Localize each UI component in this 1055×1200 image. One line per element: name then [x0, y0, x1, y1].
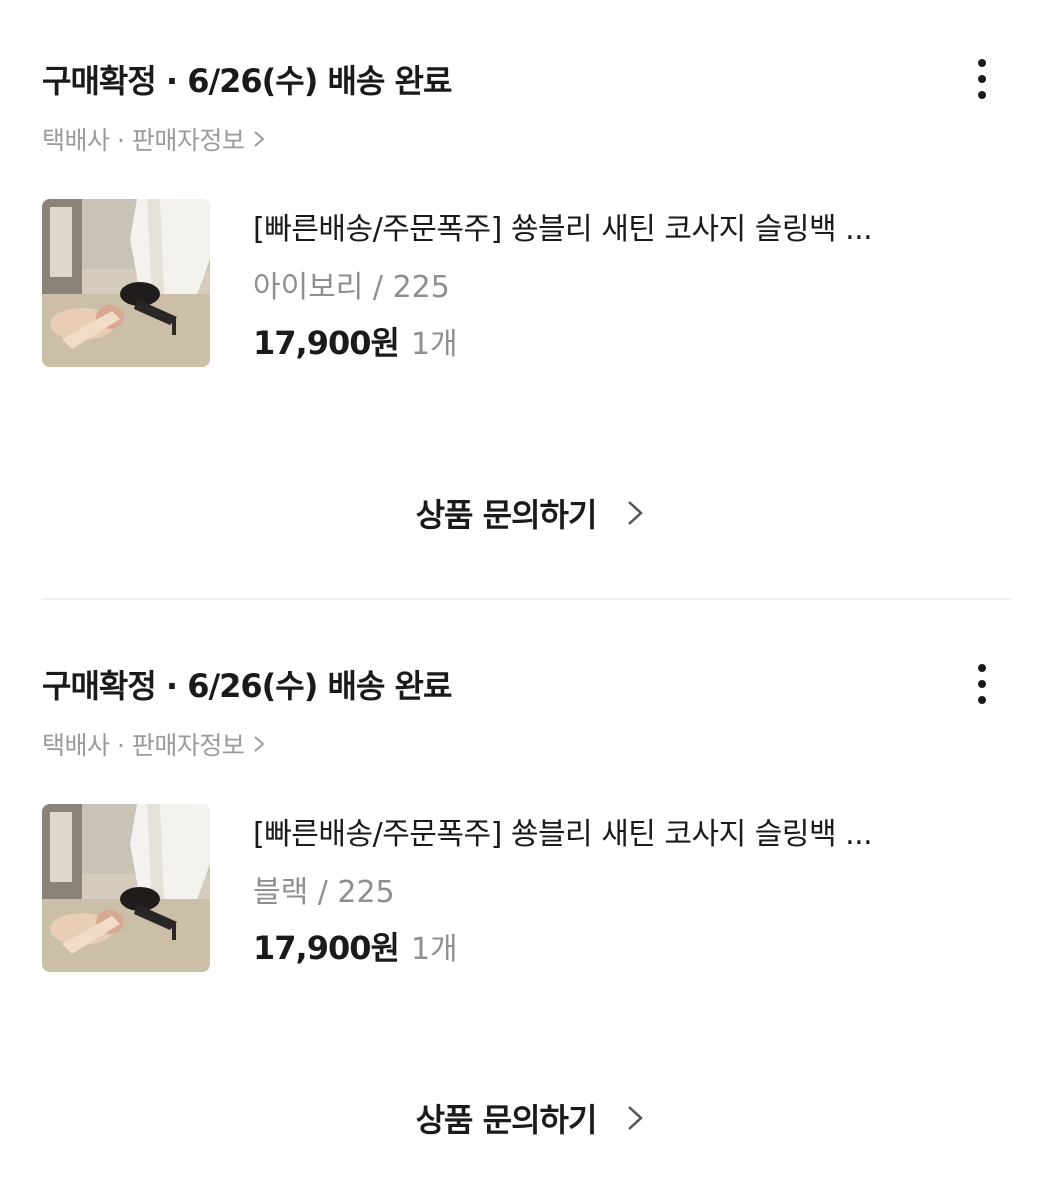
product-name-link[interactable]: [빠른배송/주문폭주] 쑝블리 새틴 코사지 슬링백 ... [253, 809, 973, 853]
section-divider [42, 598, 1012, 600]
seller-info-label: 택배사 · 판매자정보 [42, 731, 245, 760]
order-status-title: 구매확정 · 6/26(수) 배송 완료 [42, 667, 452, 705]
more-vertical-icon [978, 664, 986, 672]
product-thumbnail[interactable] [42, 199, 210, 367]
chevron-right-icon [628, 1106, 644, 1130]
price-row: 17,900원 1개 [253, 923, 458, 969]
product-option: 아이보리 / 225 [253, 270, 450, 305]
chevron-right-icon [628, 501, 644, 525]
product-inquiry-label: 상품 문의하기 [415, 496, 598, 534]
product-price: 17,900원 [253, 324, 400, 362]
more-options-button[interactable] [962, 661, 1002, 707]
order-card: 구매확정 · 6/26(수) 배송 완료 택배사 · 판매자정보 [빠른배송/주 [0, 0, 1055, 580]
chevron-right-icon [254, 736, 265, 752]
seller-info-link[interactable]: 택배사 · 판매자정보 [42, 727, 266, 761]
product-inquiry-label: 상품 문의하기 [415, 1101, 598, 1139]
product-name-link[interactable]: [빠른배송/주문폭주] 쑝블리 새틴 코사지 슬링백 ... [253, 204, 973, 248]
chevron-right-icon [254, 131, 265, 147]
product-inquiry-button[interactable]: 상품 문의하기 [380, 1089, 680, 1147]
seller-info-link[interactable]: 택배사 · 판매자정보 [42, 122, 266, 156]
product-option: 블랙 / 225 [253, 875, 395, 910]
product-thumbnail[interactable] [42, 804, 210, 972]
seller-info-label: 택배사 · 판매자정보 [42, 126, 245, 155]
order-status-title: 구매확정 · 6/26(수) 배송 완료 [42, 62, 452, 100]
product-quantity: 1개 [410, 327, 458, 362]
order-card: 구매확정 · 6/26(수) 배송 완료 택배사 · 판매자정보 [빠른배송/주 [0, 605, 1055, 1185]
more-options-button[interactable] [962, 56, 1002, 102]
price-row: 17,900원 1개 [253, 318, 458, 364]
product-inquiry-button[interactable]: 상품 문의하기 [380, 484, 680, 542]
product-price: 17,900원 [253, 929, 400, 967]
product-quantity: 1개 [410, 932, 458, 967]
more-vertical-icon [978, 59, 986, 67]
